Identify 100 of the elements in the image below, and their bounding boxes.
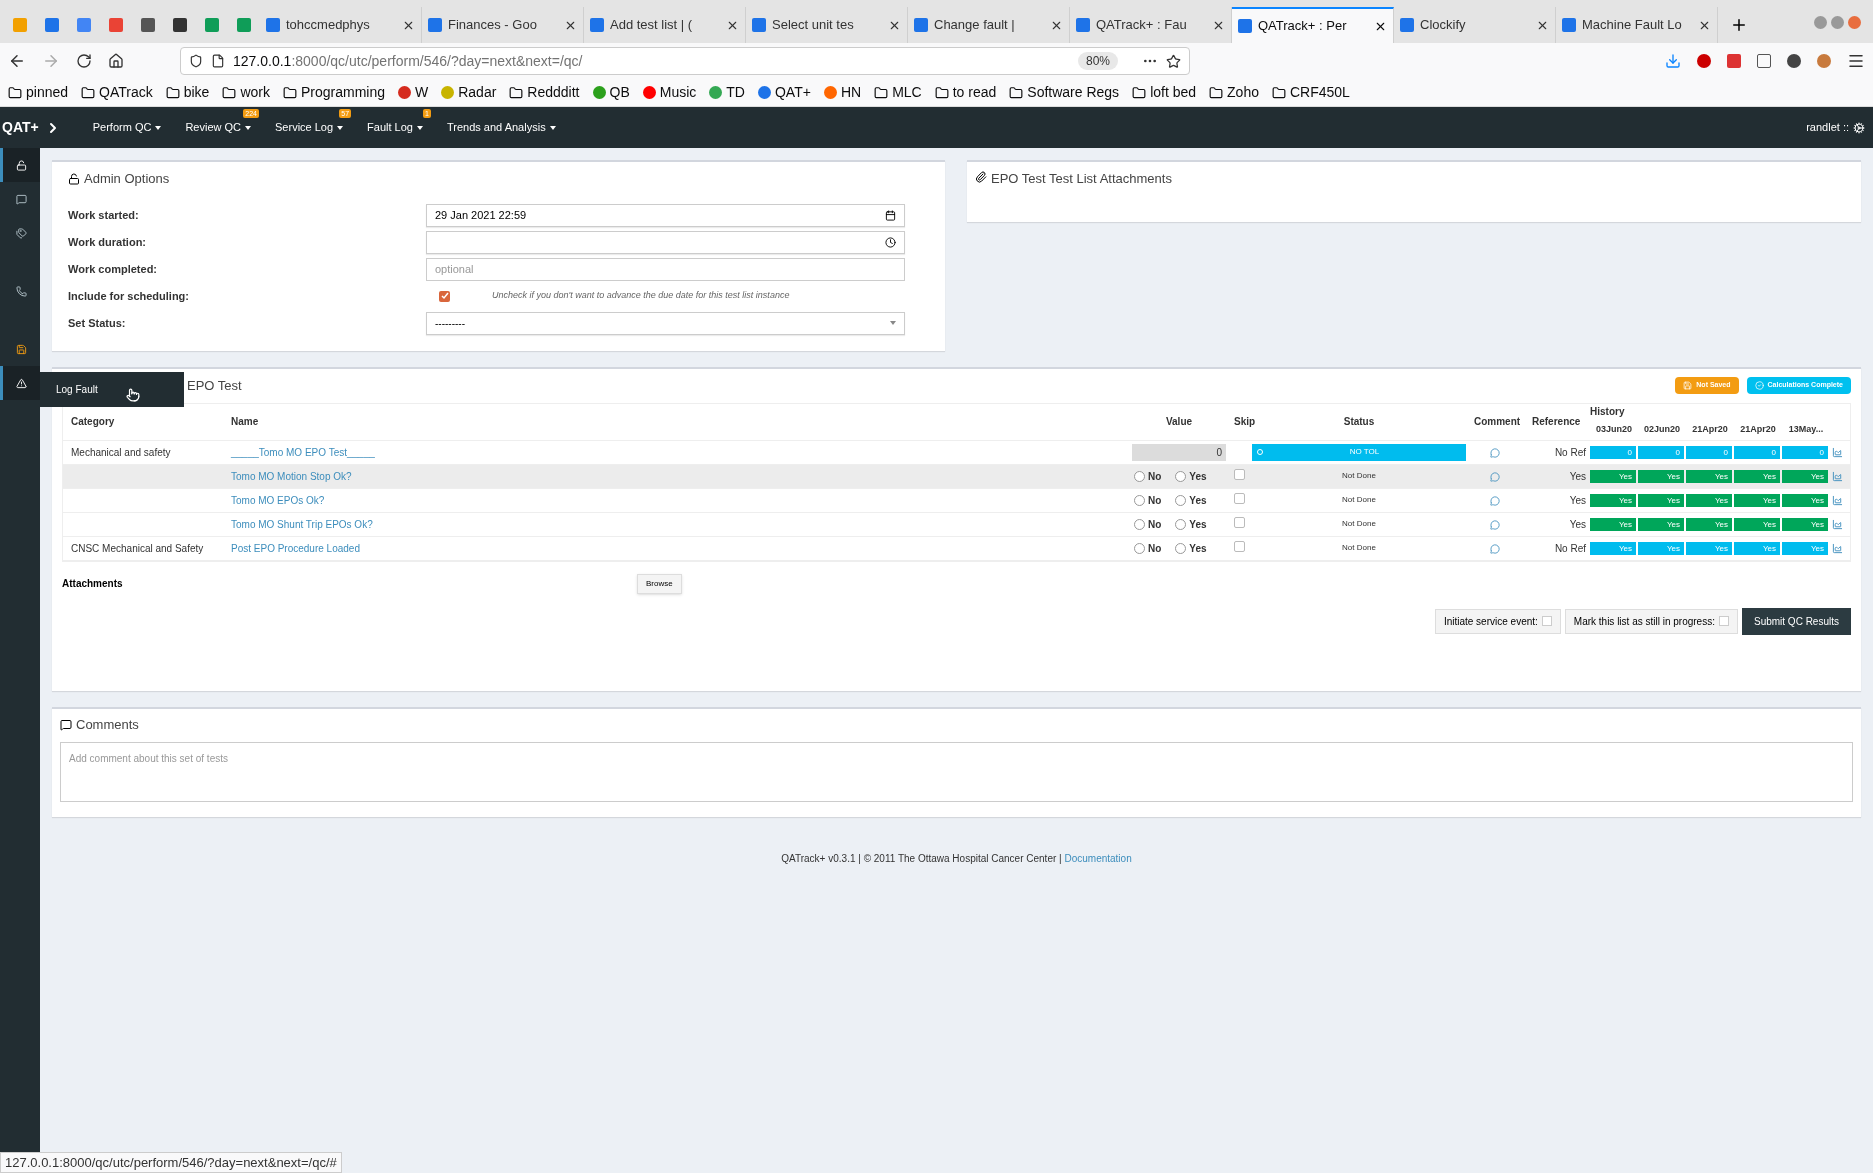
- bookmark[interactable]: QATrack: [81, 82, 153, 103]
- test-link[interactable]: Post EPO Procedure Loaded: [231, 542, 360, 554]
- date-field[interactable]: 29 Jan 2021 22:59: [426, 203, 905, 227]
- clock-icon[interactable]: [885, 236, 896, 248]
- bookmark[interactable]: to read: [934, 82, 997, 103]
- browser-tab[interactable]: Clockify: [1394, 7, 1556, 43]
- lock-icon: [16, 159, 27, 171]
- sidebar-item[interactable]: [0, 366, 40, 400]
- bookmark[interactable]: HN: [823, 82, 862, 103]
- radio-button[interactable]: [1175, 542, 1187, 554]
- bookmark[interactable]: Programming: [282, 82, 385, 103]
- url-bar[interactable]: 127.0.0.1:8000/qc/utc/perform/546/?day=next&next=/qc/ 80%: [180, 47, 1190, 75]
- chart-icon[interactable]: [1832, 446, 1843, 458]
- browser-tab[interactable]: Select unit tes: [746, 7, 908, 43]
- radio-button[interactable]: [1175, 494, 1187, 506]
- minimize-icon[interactable]: [1814, 16, 1827, 29]
- bookmark[interactable]: Software Regs: [1009, 82, 1120, 103]
- chart-icon[interactable]: [1832, 494, 1843, 506]
- menu-icon[interactable]: [1847, 52, 1865, 70]
- radio-button[interactable]: [1134, 494, 1145, 506]
- bookmark[interactable]: Zoho: [1209, 82, 1259, 103]
- extension-icon[interactable]: [1697, 54, 1711, 68]
- chart-icon[interactable]: [1832, 470, 1843, 482]
- maximize-icon[interactable]: [1831, 16, 1844, 29]
- bookmark[interactable]: bike: [165, 82, 210, 103]
- new-tab-icon[interactable]: [1730, 16, 1748, 34]
- checkbox[interactable]: [1718, 616, 1729, 626]
- skip-checkbox[interactable]: [1233, 492, 1245, 504]
- bookmark[interactable]: work: [222, 82, 270, 103]
- bookmark[interactable]: Music: [642, 82, 697, 103]
- nav-menu[interactable]: Perform QC: [80, 119, 174, 136]
- browser-tab[interactable]: Finances - Goo: [422, 7, 584, 43]
- comment-icon[interactable]: [1490, 543, 1500, 554]
- bookmark[interactable]: CRF450L: [1272, 82, 1350, 103]
- skip-checkbox[interactable]: [1233, 468, 1245, 480]
- sidebar-item[interactable]: [0, 148, 40, 182]
- favicon-icon: [1400, 18, 1414, 32]
- check-circle-icon: [1754, 381, 1764, 390]
- nav-menu[interactable]: Trends and Analysis: [435, 119, 568, 136]
- submit-button[interactable]: Submit QC Results: [1741, 607, 1851, 635]
- duration-field[interactable]: [426, 230, 905, 254]
- comment-icon[interactable]: [1490, 519, 1500, 530]
- chart-icon[interactable]: [1832, 518, 1843, 530]
- browser-tab[interactable]: Change fault |: [908, 7, 1070, 43]
- browse-button[interactable]: Browse: [637, 573, 682, 594]
- browser-tab[interactable]: Machine Fault Lo: [1556, 7, 1718, 43]
- history-date: 03Jun20: [1595, 422, 1633, 436]
- value-field[interactable]: 0: [1132, 443, 1226, 461]
- reload-icon[interactable]: [76, 53, 92, 69]
- radio-button[interactable]: [1134, 518, 1145, 530]
- forward-icon[interactable]: [42, 52, 60, 70]
- status-select[interactable]: ---------: [426, 311, 905, 335]
- bookmark[interactable]: Reddditt: [509, 82, 580, 103]
- comment-icon[interactable]: [1490, 447, 1500, 458]
- radio-button[interactable]: [1134, 542, 1145, 554]
- checkbox[interactable]: [439, 290, 450, 302]
- status-text: Not Done: [1341, 470, 1377, 482]
- folder-icon: [1009, 85, 1024, 100]
- bookmark[interactable]: TD: [709, 82, 745, 103]
- bookmark-star-icon[interactable]: [1166, 53, 1181, 69]
- service-event-option[interactable]: Initiate service event:: [1434, 608, 1561, 634]
- bookmark[interactable]: W: [398, 82, 429, 103]
- back-icon[interactable]: [8, 52, 26, 70]
- test-link[interactable]: _____Tomo MO EPO Test_____: [231, 446, 375, 458]
- comment-icon: [16, 193, 27, 205]
- bookmark[interactable]: MLC: [874, 82, 922, 103]
- extension-icon[interactable]: [1787, 54, 1801, 68]
- radio-button[interactable]: [1175, 518, 1187, 530]
- bookmark[interactable]: QB: [592, 82, 630, 103]
- radio-button[interactable]: [1175, 470, 1187, 482]
- user-menu[interactable]: randlet ::: [1806, 119, 1849, 136]
- bookmark[interactable]: pinned: [8, 82, 69, 103]
- radio-label: Yes: [1189, 493, 1207, 508]
- download-icon[interactable]: [1665, 53, 1681, 69]
- skip-checkbox[interactable]: [1233, 540, 1245, 552]
- column-header: Category: [71, 416, 115, 427]
- flyout-menu[interactable]: Log Fault: [40, 372, 184, 407]
- zoom-level[interactable]: 80%: [1077, 52, 1118, 70]
- comment-icon[interactable]: [1490, 495, 1500, 506]
- bookmark[interactable]: QAT+: [758, 82, 811, 103]
- in-progress-option[interactable]: Mark this list as still in progress:: [1564, 608, 1738, 634]
- input-field[interactable]: optional: [426, 257, 905, 281]
- skip-checkbox[interactable]: [1233, 516, 1245, 528]
- brand-logo[interactable]: QAT+: [0, 117, 39, 138]
- browser-tab[interactable]: tohccmedphys: [260, 7, 422, 43]
- calendar-icon[interactable]: [885, 209, 896, 221]
- browser-tab[interactable]: Add test list | (: [584, 7, 746, 43]
- comment-icon[interactable]: [1490, 471, 1500, 482]
- settings-icon[interactable]: [1853, 121, 1865, 134]
- extension-icon[interactable]: [1757, 54, 1771, 68]
- test-link[interactable]: Tomo MO EPOs Ok?: [231, 494, 325, 506]
- comment-field[interactable]: Add comment about this set of tests: [60, 741, 1853, 802]
- radio-button[interactable]: [1134, 470, 1145, 482]
- home-icon[interactable]: [108, 53, 124, 69]
- bookmark[interactable]: loft bed: [1132, 82, 1197, 103]
- test-link[interactable]: Tomo MO Shunt Trip EPOs Ok?: [231, 518, 373, 530]
- browser-tab[interactable]: QATrack+ : Per: [1232, 7, 1394, 43]
- chart-icon[interactable]: [1832, 542, 1843, 554]
- checkbox[interactable]: [1541, 616, 1552, 626]
- bookmark[interactable]: Radar: [441, 82, 497, 103]
